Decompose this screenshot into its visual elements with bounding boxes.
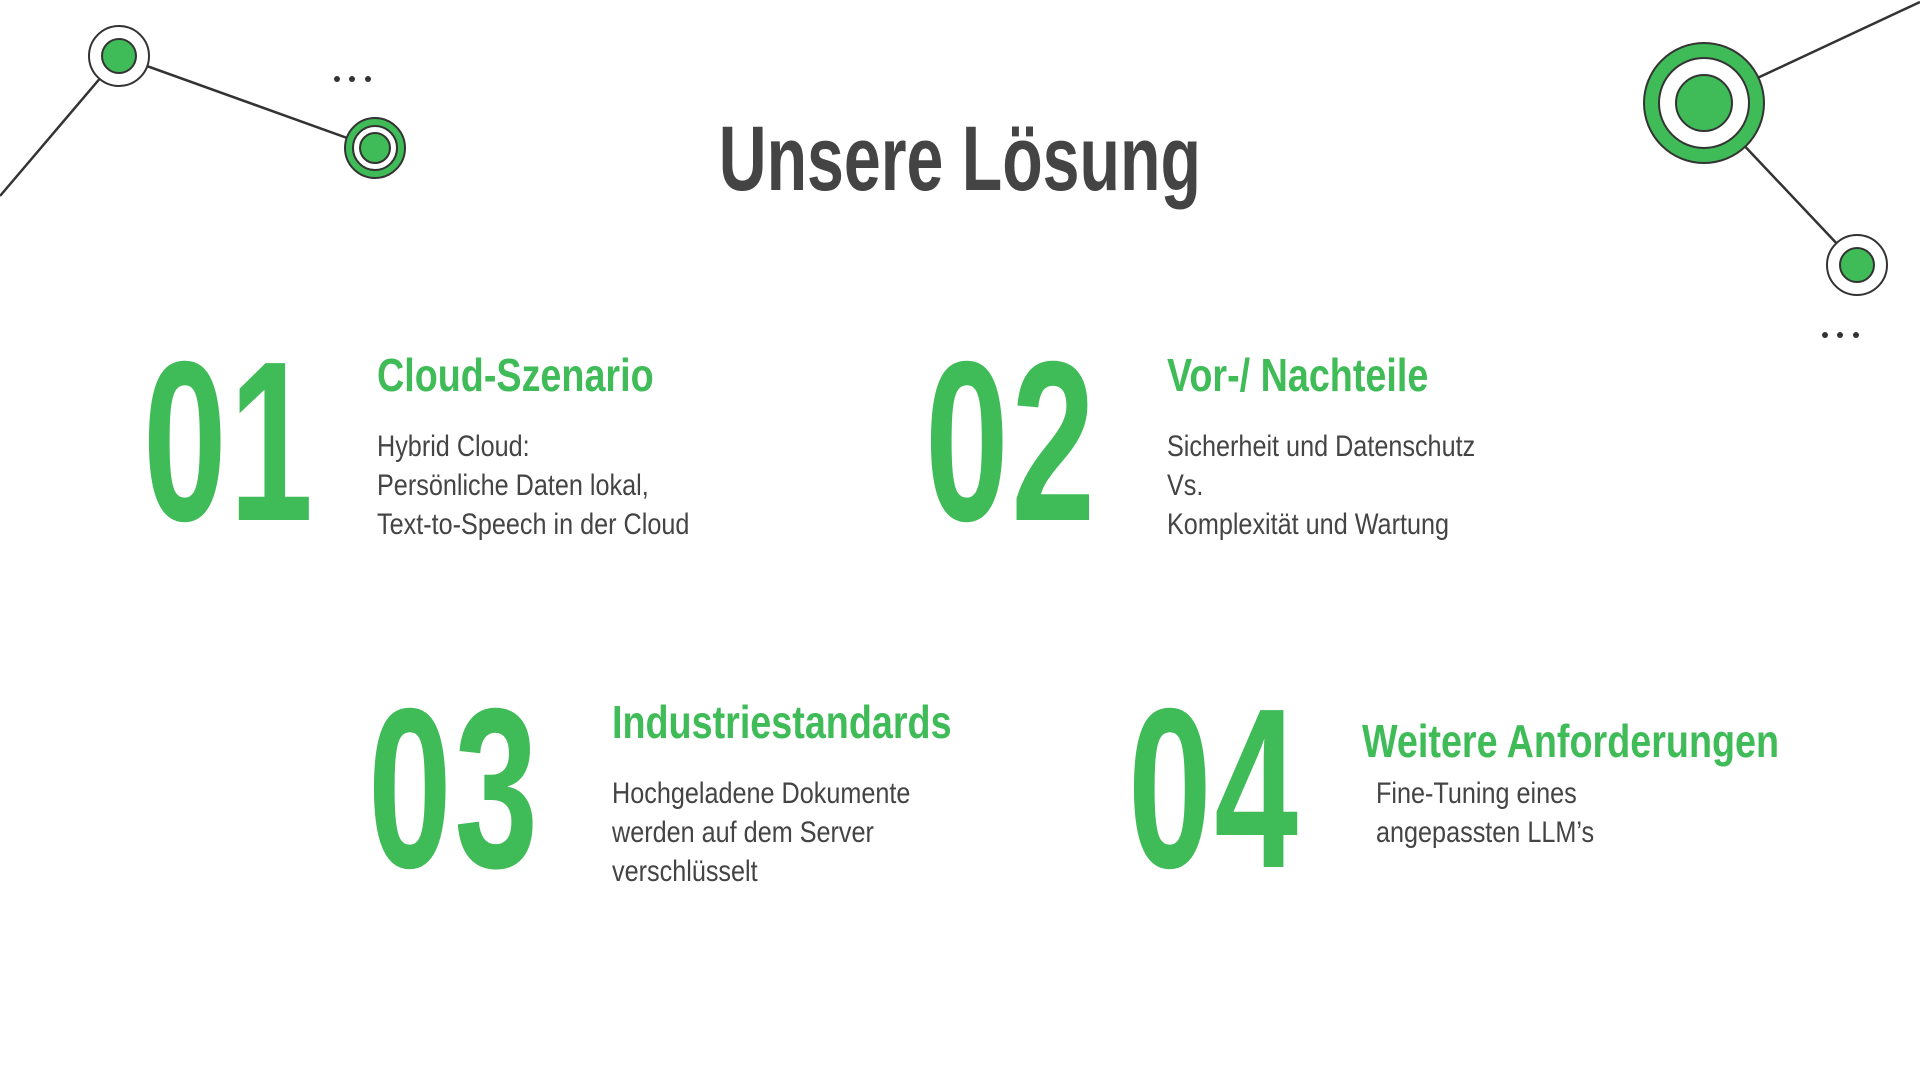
- body-line: Hochgeladene Dokumente: [612, 777, 911, 810]
- item-heading: Cloud-Szenario: [377, 349, 654, 401]
- item-heading: Weitere Anforderungen: [1362, 715, 1780, 767]
- body-line: Komplexität und Wartung: [1167, 508, 1450, 541]
- body-line: Sicherheit und Datenschutz: [1167, 430, 1476, 463]
- body-line: Text-to-Speech in der Cloud: [377, 508, 690, 541]
- body-line: Fine-Tuning eines: [1376, 777, 1577, 810]
- body-line: angepassten LLM’s: [1376, 816, 1595, 849]
- node-icon: [1826, 234, 1888, 296]
- item-number: 01: [143, 315, 316, 569]
- item-number: 04: [1128, 662, 1301, 916]
- page-title: Unsere Lösung: [718, 108, 1202, 210]
- body-line: verschlüsselt: [612, 855, 758, 888]
- item-body: Hochgeladene Dokumente werden auf dem Se…: [612, 774, 910, 891]
- item-body: Fine-Tuning eines angepassten LLM’s: [1376, 774, 1594, 852]
- body-line: werden auf dem Server: [612, 816, 874, 849]
- body-line: Hybrid Cloud:: [377, 430, 530, 463]
- item-heading: Industriestandards: [612, 696, 952, 748]
- item-body: Hybrid Cloud: Persönliche Daten lokal, T…: [377, 427, 689, 544]
- node-icon: [88, 25, 150, 87]
- body-line: Vs.: [1167, 469, 1204, 502]
- item-number: 03: [368, 662, 541, 916]
- body-line: Persönliche Daten lokal,: [377, 469, 649, 502]
- item-body: Sicherheit und Datenschutz Vs. Komplexit…: [1167, 427, 1475, 544]
- item-heading: Vor-/ Nachteile: [1167, 349, 1429, 401]
- item-number: 02: [925, 315, 1098, 569]
